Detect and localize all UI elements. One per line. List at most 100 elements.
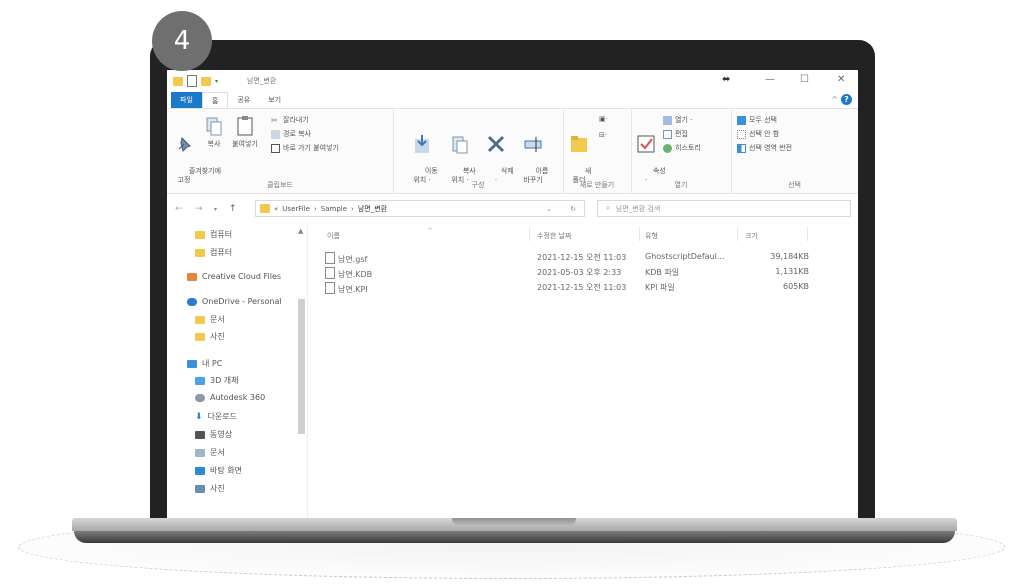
breadcrumb-sample[interactable]: Sample <box>321 205 347 213</box>
nav-item-computer-1[interactable]: 컴퓨터 <box>195 229 232 240</box>
navigation-pane: ▲ 컴퓨터 컴퓨터 Creative Cloud Files OneDrive … <box>167 225 308 518</box>
nav-item-label: Autodesk 360 <box>210 393 266 402</box>
address-dropdown-icon[interactable]: ⌄ <box>546 205 552 213</box>
address-bar[interactable]: « UserFile › Sample › 남면_변환 ⌄ ↻ <box>255 200 585 217</box>
breadcrumb-separator: › <box>351 204 354 213</box>
file-row[interactable]: 남면.KPI 2021-12-15 오전 11:03 KPI 파일 605KB <box>325 282 825 295</box>
paste-shortcut-icon <box>271 143 280 153</box>
paste-icon <box>237 116 253 136</box>
nav-item-downloads[interactable]: ⬇ 다운로드 <box>195 411 237 422</box>
nav-item-onedrive-pictures[interactable]: 사진 <box>195 331 225 342</box>
column-header-name[interactable]: 이름 <box>327 231 340 241</box>
nav-item-label: Creative Cloud Files <box>202 272 282 281</box>
column-header-size[interactable]: 크기 <box>745 231 758 241</box>
nav-item-desktop[interactable]: 바탕 화면 <box>195 465 242 476</box>
nav-item-3d-objects[interactable]: 3D 개체 <box>195 375 239 386</box>
nav-item-computer-2[interactable]: 컴퓨터 <box>195 247 232 258</box>
sort-ascending-icon: ^ <box>427 227 433 235</box>
group-open: 속성 · 열기 · 편집 히스토리 열기 <box>631 109 732 193</box>
copy-button[interactable]: 복사 <box>203 115 225 149</box>
cut-label: 잘라내기 <box>283 116 309 124</box>
up-button[interactable]: ↑ <box>229 204 237 214</box>
file-row[interactable]: 남면.KDB 2021-05-03 오후 2:33 KDB 파일 1,131KB <box>325 267 825 280</box>
column-header-type[interactable]: 유형 <box>645 231 658 241</box>
tab-share[interactable]: 공유 <box>228 92 259 108</box>
breadcrumb-userfile[interactable]: UserFile <box>282 205 310 213</box>
group-label-organize: 구성 <box>471 181 485 189</box>
folder-icon <box>195 315 205 324</box>
paste-button[interactable]: 붙여넣기 <box>229 115 261 149</box>
file-row[interactable]: 남면.gsf 2021-12-15 오전 11:03 GhostscriptDe… <box>325 252 825 265</box>
recent-locations-icon[interactable]: ▾ <box>214 206 217 213</box>
copy-to-icon <box>452 136 468 154</box>
copy-icon <box>206 117 222 136</box>
folder-icon <box>260 204 270 213</box>
help-icon[interactable]: ? <box>841 94 852 105</box>
new-item-icon[interactable]: ▣· <box>599 115 608 123</box>
column-header-date[interactable]: 수정한 날짜 <box>537 231 571 241</box>
history-button[interactable]: 히스토리 <box>663 143 701 153</box>
creative-cloud-icon <box>187 272 197 281</box>
file-type: KPI 파일 <box>645 283 675 292</box>
refresh-icon[interactable]: ↻ <box>570 205 576 213</box>
new-folder-icon[interactable] <box>201 76 211 86</box>
tab-home[interactable]: 홈 <box>201 92 229 108</box>
cut-button[interactable]: ✂ 잘라내기 <box>271 115 309 125</box>
nav-item-pictures[interactable]: 사진 <box>195 483 225 494</box>
forward-button[interactable]: → <box>195 204 203 214</box>
nav-item-label: 컴퓨터 <box>210 248 233 257</box>
column-separator[interactable] <box>807 227 808 241</box>
easy-access-icon[interactable]: ⊟· <box>599 131 607 139</box>
collapse-ribbon-icon[interactable]: ^ <box>831 95 838 104</box>
tab-view[interactable]: 보기 <box>259 92 290 108</box>
copy-path-button[interactable]: 경로 복사 <box>271 129 311 139</box>
select-none-button[interactable]: 선택 안 함 <box>737 129 779 139</box>
chevron-down-icon[interactable]: ▾ <box>215 78 218 85</box>
pin-icon[interactable]: ⬌ <box>722 74 730 85</box>
desktop-icon <box>195 466 205 475</box>
ribbon: 즐겨찾기에 고정 복사 붙여넣기 ✂ 잘라내기 경로 복사 바로 가기 붙여넣기 <box>167 108 858 194</box>
group-label-select: 선택 <box>788 181 801 189</box>
edit-label: 편집 <box>675 130 688 138</box>
group-select: 모두 선택 선택 안 함 선택 영역 반전 선택 <box>731 109 858 193</box>
nav-item-autodesk[interactable]: Autodesk 360 <box>195 393 265 402</box>
invert-selection-button[interactable]: 선택 영역 반전 <box>737 143 792 153</box>
file-date: 2021-12-15 오전 11:03 <box>537 253 627 262</box>
paste-shortcut-button[interactable]: 바로 가기 붙여넣기 <box>271 143 339 153</box>
group-organize: 이동 위치 · 복사 위치 · 삭제 · 이름 바꾸기 구성 <box>393 109 564 193</box>
folder-icon <box>173 76 183 86</box>
history-label: 히스토리 <box>675 144 701 152</box>
column-separator[interactable] <box>639 227 640 241</box>
copy-label: 복사 <box>207 140 221 148</box>
column-separator[interactable] <box>737 227 738 241</box>
column-separator[interactable] <box>529 227 530 241</box>
nav-item-onedrive-documents[interactable]: 문서 <box>195 314 225 325</box>
back-button[interactable]: ← <box>175 204 183 214</box>
nav-item-label: 다운로드 <box>207 412 237 421</box>
nav-item-creative-cloud[interactable]: Creative Cloud Files <box>187 272 281 281</box>
nav-item-videos[interactable]: 동영상 <box>195 429 232 440</box>
properties-icon[interactable] <box>187 75 197 87</box>
nav-item-documents[interactable]: 문서 <box>195 447 225 458</box>
breadcrumb-current[interactable]: 남면_변환 <box>358 204 387 214</box>
nav-item-this-pc[interactable]: 내 PC <box>187 358 222 369</box>
maximize-button[interactable]: ☐ <box>800 74 809 85</box>
file-name-cell: 남면.gsf <box>325 252 367 265</box>
address-overflow-icon[interactable]: « <box>274 205 278 213</box>
close-button[interactable]: ✕ <box>837 74 845 85</box>
nav-item-onedrive[interactable]: OneDrive - Personal <box>187 297 282 306</box>
file-name-cell: 남면.KDB <box>325 267 372 280</box>
nav-item-label: 문서 <box>210 315 225 324</box>
copy-path-icon <box>271 129 280 139</box>
minimize-button[interactable]: — <box>765 74 775 85</box>
search-box[interactable]: ⌕ 남면_변환 검색 <box>597 200 851 217</box>
select-all-button[interactable]: 모두 선택 <box>737 115 777 125</box>
scroll-up-icon[interactable]: ▲ <box>298 227 303 235</box>
open-label: 열기 · <box>675 116 693 124</box>
nav-scrollbar[interactable] <box>298 299 305 434</box>
tab-file[interactable]: 파일 <box>171 92 202 108</box>
edit-button[interactable]: 편집 <box>663 129 688 139</box>
download-icon: ⬇ <box>195 411 203 422</box>
open-button[interactable]: 열기 · <box>663 115 692 125</box>
invert-selection-label: 선택 영역 반전 <box>749 144 793 152</box>
